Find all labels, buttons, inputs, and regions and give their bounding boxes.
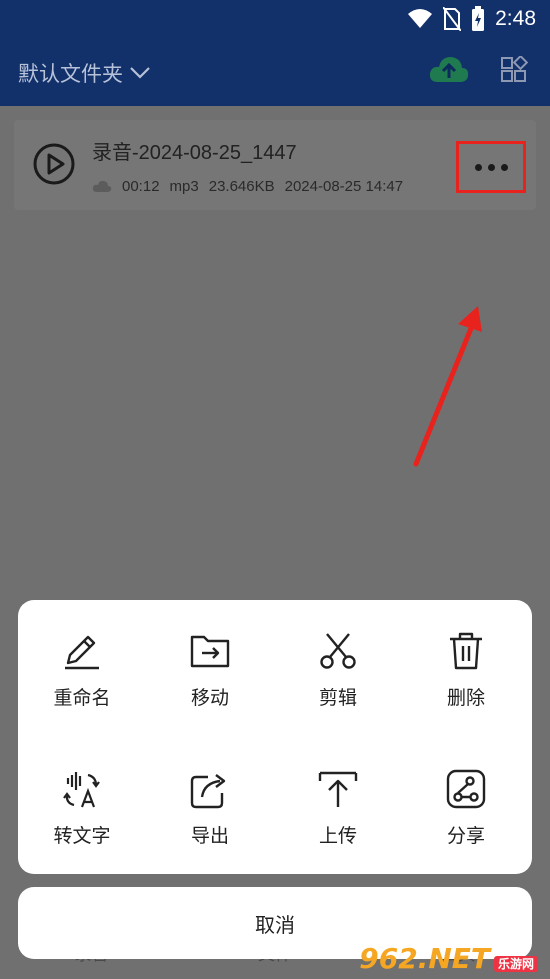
app-bar: 默认文件夹 (0, 38, 550, 106)
share-icon (446, 769, 486, 808)
recording-title: 录音-2024-08-25_1447 (92, 142, 297, 164)
watermark-logo: 962.NET 乐游网 (359, 942, 538, 975)
action-sheet: 重命名 移动 剪辑 删除 转文字 导出 上传 分享 (18, 600, 532, 874)
upload-action[interactable]: 上传 (274, 738, 402, 848)
export-action[interactable]: 导出 (146, 738, 274, 848)
layout-toggle-button[interactable] (500, 54, 529, 88)
action-label: 移动 (190, 687, 229, 709)
cloud-upload-icon (429, 57, 469, 82)
transcribe-action[interactable]: 转文字 (18, 738, 146, 848)
rename-action[interactable]: 重命名 (18, 600, 146, 710)
recording-datetime: 2024-08-25 14:47 (284, 178, 404, 195)
recording-size: 23.646KB (208, 178, 275, 195)
chevron-down-icon (130, 67, 150, 79)
cloud-upload-button[interactable] (428, 54, 470, 90)
folder-move-icon (190, 635, 230, 667)
red-arrow-annotation (413, 306, 482, 467)
upload-icon (318, 771, 358, 807)
no-sim-icon (443, 7, 462, 31)
folder-title: 默认文件夹 (18, 62, 123, 86)
export-icon (190, 773, 226, 808)
list-item[interactable]: 录音-2024-08-25_1447 00:12 mp3 23.646KB 20… (14, 120, 536, 210)
status-time: 2:48 (495, 7, 536, 30)
watermark-sub: 乐游网 (493, 956, 538, 972)
more-options-button[interactable] (456, 141, 526, 193)
action-label: 上传 (318, 825, 357, 847)
move-action[interactable]: 移动 (146, 600, 274, 710)
speech-to-text-icon (63, 771, 100, 807)
clip-action[interactable]: 剪辑 (274, 600, 402, 710)
action-label: 重命名 (53, 687, 111, 709)
action-label: 导出 (190, 825, 229, 847)
action-label: 转文字 (53, 825, 111, 847)
battery-charging-icon (472, 6, 485, 31)
recording-meta: 00:12 mp3 23.646KB 2024-08-25 14:47 (92, 178, 403, 195)
watermark-main: 962.NET (359, 942, 490, 975)
play-icon[interactable] (32, 142, 76, 186)
pencil-icon (65, 635, 99, 669)
action-label: 剪辑 (318, 687, 357, 709)
action-label: 分享 (446, 825, 485, 847)
more-icon-dot (474, 163, 482, 171)
status-bar: 2:48 (0, 0, 550, 38)
recording-format: mp3 (169, 178, 199, 195)
wifi-icon (408, 9, 433, 28)
recording-duration: 00:12 (122, 178, 160, 195)
scissors-icon (320, 632, 356, 669)
folder-selector[interactable]: 默认文件夹 (18, 58, 151, 88)
delete-action[interactable]: 删除 (402, 600, 530, 710)
more-icon-dot (487, 163, 495, 171)
action-label: 删除 (446, 687, 485, 709)
grid-icon (501, 54, 529, 82)
share-action[interactable]: 分享 (402, 738, 530, 848)
more-icon-dot (500, 163, 508, 171)
cloud-icon (92, 180, 112, 192)
status-icons: 2:48 (407, 6, 536, 32)
trash-icon (450, 632, 482, 669)
